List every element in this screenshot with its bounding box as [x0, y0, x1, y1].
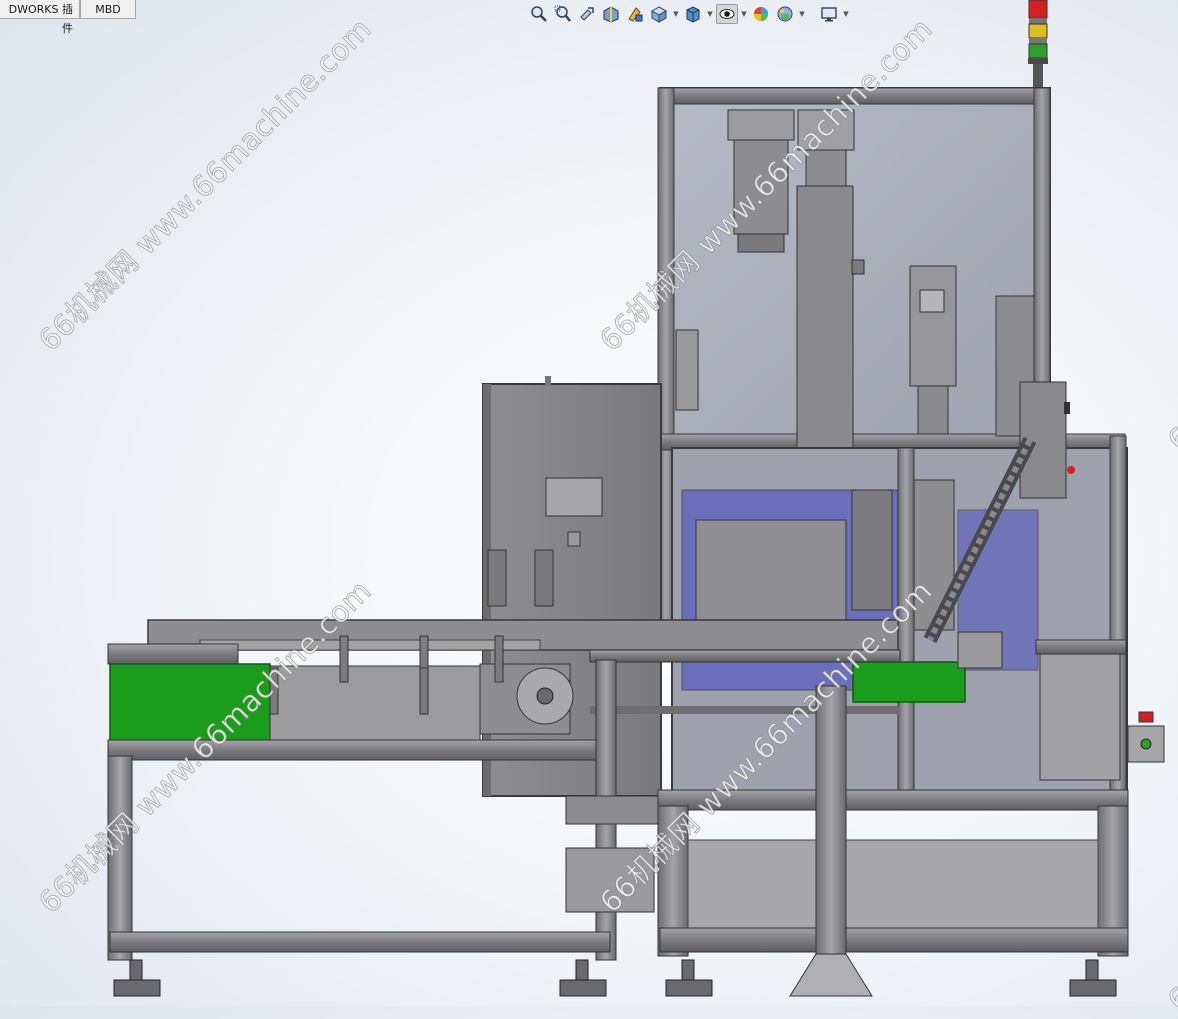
cad-model-viewport[interactable]: [0, 0, 1178, 1006]
section-view-icon[interactable]: [600, 4, 622, 24]
view-orientation-icon[interactable]: [648, 4, 670, 24]
display-style-icon[interactable]: [682, 4, 704, 24]
previous-view-icon[interactable]: [576, 4, 598, 24]
zoom-to-fit-icon[interactable]: [528, 4, 550, 24]
heads-up-view-toolbar: ▼ ▼ ▼ ▼ ▼: [528, 3, 850, 25]
edit-appearance-icon[interactable]: [750, 4, 772, 24]
view-orientation-dropdown-icon[interactable]: ▼: [672, 4, 680, 24]
hide-show-items-icon[interactable]: [716, 4, 738, 24]
command-manager-tabs: DWORKS 插件 MBD: [0, 0, 136, 35]
apply-scene-dropdown-icon[interactable]: ▼: [798, 4, 806, 24]
display-style-dropdown-icon[interactable]: ▼: [706, 4, 714, 24]
dynamic-annotation-views-icon[interactable]: [624, 4, 646, 24]
signal-tower-lamp: [1028, 0, 1048, 90]
tab-mbd[interactable]: MBD: [80, 0, 136, 19]
hide-show-dropdown-icon[interactable]: ▼: [740, 4, 748, 24]
view-settings-dropdown-icon[interactable]: ▼: [842, 4, 850, 24]
apply-scene-icon[interactable]: [774, 4, 796, 24]
view-settings-icon[interactable]: [818, 4, 840, 24]
tab-solidworks-addins[interactable]: DWORKS 插件: [0, 0, 80, 35]
zoom-to-area-icon[interactable]: [552, 4, 574, 24]
leveling-feet: [113, 959, 1117, 997]
